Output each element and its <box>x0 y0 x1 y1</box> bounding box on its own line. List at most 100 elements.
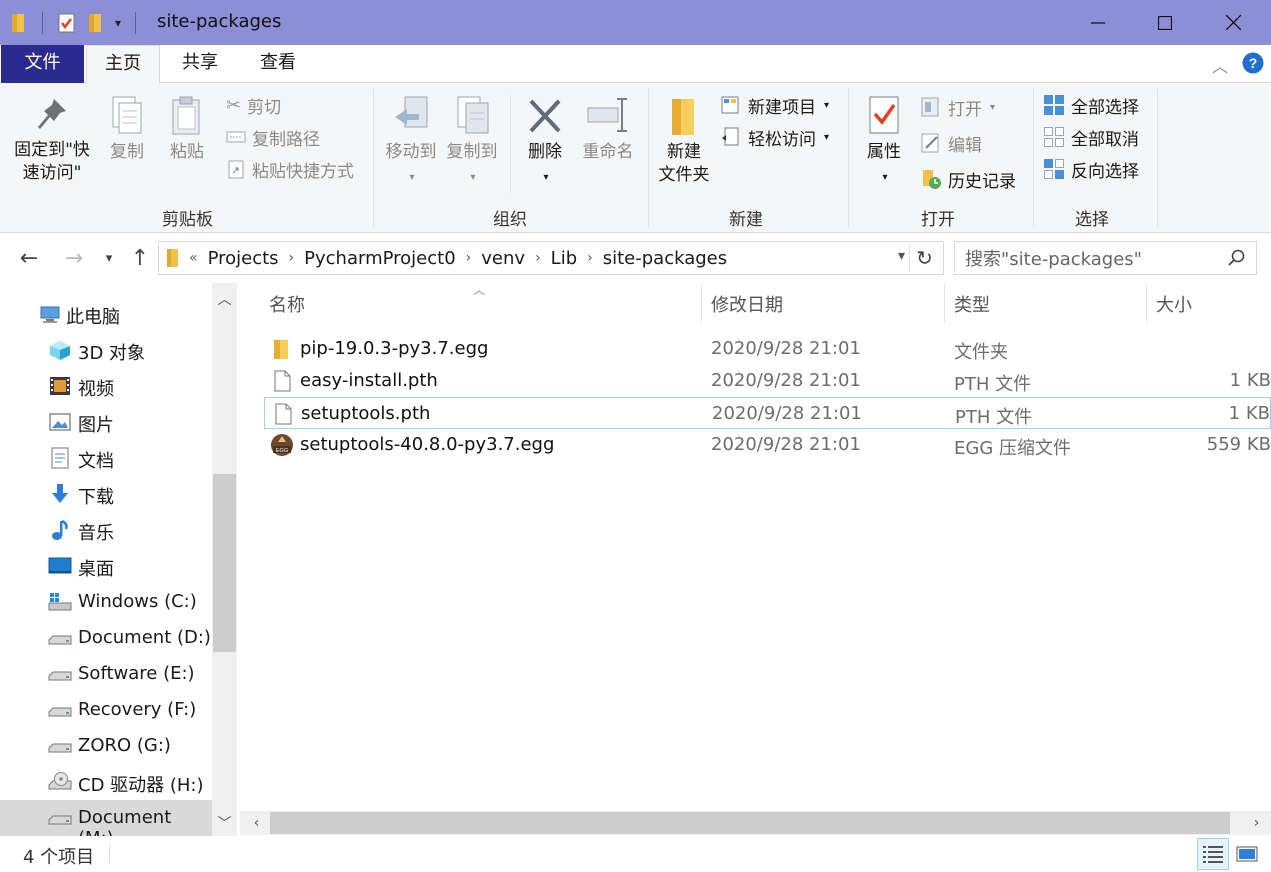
column-header-name[interactable]: 名称 <box>269 291 305 317</box>
chevron-right-icon[interactable]: › <box>535 250 541 266</box>
nav-item-this-pc[interactable]: 此电脑 <box>0 296 212 332</box>
easy-access-label: 轻松访问 <box>748 129 816 150</box>
customize-toolbar-arrow-icon[interactable]: ▾ <box>115 16 121 30</box>
recent-locations-button[interactable]: ▾ <box>94 244 124 272</box>
close-button[interactable] <box>1199 0 1267 45</box>
address-bar[interactable]: « Projects › PycharmProject0 › venv › Li… <box>158 241 944 275</box>
nav-item-desktop[interactable]: 桌面 <box>0 548 212 584</box>
delete-button[interactable]: 删除 ▾ <box>522 95 568 189</box>
history-button[interactable]: 历史记录 <box>920 165 1016 193</box>
select-all-button[interactable]: 全部选择 <box>1043 91 1139 119</box>
chevron-right-icon[interactable]: › <box>289 250 295 266</box>
file-row[interactable]: easy-install.pth 2020/9/28 21:01 PTH 文件 … <box>264 365 1271 397</box>
tab-home[interactable]: 主页 <box>86 45 160 84</box>
nav-item-drive-h[interactable]: CD 驱动器 (H:) <box>0 764 212 800</box>
rename-button[interactable]: 重命名 <box>578 95 638 164</box>
nav-item-music[interactable]: 音乐 <box>0 512 212 548</box>
nav-item-drive-m[interactable]: Document (M:) <box>0 800 212 849</box>
scroll-left-icon[interactable]: ‹ <box>244 811 269 835</box>
column-header-type[interactable]: 类型 <box>954 291 990 317</box>
select-none-label: 全部取消 <box>1071 129 1139 150</box>
new-item-button[interactable]: 新建项目 ▾ <box>720 91 829 119</box>
properties-check-icon[interactable] <box>57 12 77 34</box>
nav-label: 音乐 <box>78 523 114 544</box>
edit-button[interactable]: 编辑 <box>920 129 982 157</box>
nav-item-3d-objects[interactable]: 3D 对象 <box>0 332 212 368</box>
copy-path-icon <box>226 131 246 143</box>
back-button[interactable]: ← <box>14 244 44 272</box>
breadcrumb-item[interactable]: PycharmProject0 <box>304 248 456 269</box>
file-name: setuptools.pth <box>301 403 431 424</box>
item-count: 4 个项目 <box>23 847 95 868</box>
paste-button[interactable]: 粘贴 <box>164 95 210 164</box>
pin-to-quick-access-button[interactable]: 固定到"快 速访问" <box>8 95 96 185</box>
nav-item-drive-c[interactable]: Windows (C:) <box>0 584 212 620</box>
nav-item-downloads[interactable]: 下载 <box>0 476 212 512</box>
tab-file[interactable]: 文件 <box>1 45 84 83</box>
maximize-button[interactable] <box>1131 0 1199 45</box>
nav-item-videos[interactable]: 视频 <box>0 368 212 404</box>
select-group-label: 选择 <box>1075 210 1109 230</box>
scroll-right-icon[interactable]: › <box>1244 811 1269 835</box>
copy-path-button[interactable]: 复制路径 <box>226 123 320 151</box>
nav-item-drive-g[interactable]: ZORO (G:) <box>0 728 212 764</box>
refresh-icon: ↻ <box>916 246 933 270</box>
properties-button[interactable]: 属性 ▾ <box>858 95 910 189</box>
breadcrumb-item[interactable]: Lib <box>551 248 577 269</box>
file-row[interactable]: EGG setuptools-40.8.0-py3.7.egg 2020/9/2… <box>264 429 1271 461</box>
breadcrumb-overflow[interactable]: « <box>189 250 198 266</box>
select-none-icon <box>1044 127 1064 147</box>
easy-access-button[interactable]: 轻松访问 ▾ <box>720 123 829 151</box>
help-icon[interactable]: ? <box>1242 52 1264 74</box>
nav-item-drive-d[interactable]: Document (D:) <box>0 620 212 656</box>
select-none-button[interactable]: 全部取消 <box>1043 123 1139 151</box>
navigation-pane-scrollbar[interactable]: ︿ ﹀ <box>212 283 237 836</box>
scroll-down-icon[interactable]: ﹀ <box>212 811 237 835</box>
nav-item-pictures[interactable]: 图片 <box>0 404 212 440</box>
column-header-modified[interactable]: 修改日期 <box>711 291 783 317</box>
breadcrumb-item[interactable]: site-packages <box>603 248 727 269</box>
details-view-button[interactable] <box>1197 838 1229 870</box>
address-history-dropdown-icon[interactable]: ▾ <box>898 248 905 264</box>
tab-share[interactable]: 共享 <box>165 45 235 83</box>
chevron-right-icon[interactable]: › <box>587 250 593 266</box>
up-button[interactable]: ↑ <box>125 244 155 272</box>
collapse-ribbon-icon[interactable]: ︿ <box>1212 53 1228 77</box>
scrollbar-thumb[interactable] <box>213 474 236 652</box>
easy-access-icon <box>722 127 739 146</box>
document-icon <box>51 447 69 469</box>
forward-button[interactable]: → <box>59 244 89 272</box>
file-row[interactable]: setuptools.pth 2020/9/28 21:01 PTH 文件 1 … <box>264 397 1271 429</box>
copy-button[interactable]: 复制 <box>104 95 150 164</box>
minimize-button[interactable] <box>1064 0 1132 45</box>
file-list-horizontal-scrollbar[interactable]: ‹ › <box>240 811 1271 835</box>
clipboard-group-label: 剪贴板 <box>162 210 213 230</box>
search-box[interactable]: 搜索"site-packages" <box>954 241 1257 275</box>
large-icons-view-button[interactable] <box>1231 838 1263 870</box>
file-type: PTH 文件 <box>954 374 1032 395</box>
paste-shortcut-button[interactable]: 粘贴快捷方式 <box>226 155 354 183</box>
breadcrumb-item[interactable]: venv <box>481 248 525 269</box>
nav-item-drive-e[interactable]: Software (E:) <box>0 656 212 692</box>
svg-text:?: ? <box>1249 55 1258 71</box>
file-row[interactable]: pip-19.0.3-py3.7.egg 2020/9/28 21:01 文件夹 <box>264 333 1271 365</box>
cut-button[interactable]: ✂ 剪切 <box>226 91 281 119</box>
refresh-button[interactable]: ↻ <box>909 244 939 272</box>
scroll-up-icon[interactable]: ︿ <box>212 287 237 311</box>
picture-icon <box>49 413 71 431</box>
nav-item-drive-f[interactable]: Recovery (F:) <box>0 692 212 728</box>
nav-item-documents[interactable]: 文档 <box>0 440 212 476</box>
invert-selection-button[interactable]: 反向选择 <box>1043 155 1139 183</box>
scrollbar-thumb[interactable] <box>270 812 1230 834</box>
chevron-right-icon[interactable]: › <box>466 250 472 266</box>
copy-to-button[interactable]: 复制到 ▾ <box>442 95 502 189</box>
column-header-size[interactable]: 大小 <box>1156 291 1192 317</box>
open-button[interactable]: 打开 ▾ <box>920 93 995 121</box>
new-folder-button[interactable]: 新建 文件夹 <box>654 95 714 187</box>
open-icon <box>921 97 939 117</box>
move-to-button[interactable]: 移动到 ▾ <box>381 95 441 189</box>
rename-icon <box>587 98 627 132</box>
breadcrumb-item[interactable]: Projects <box>208 248 279 269</box>
new-folder-icon[interactable] <box>87 12 105 34</box>
tab-view[interactable]: 查看 <box>243 45 313 83</box>
